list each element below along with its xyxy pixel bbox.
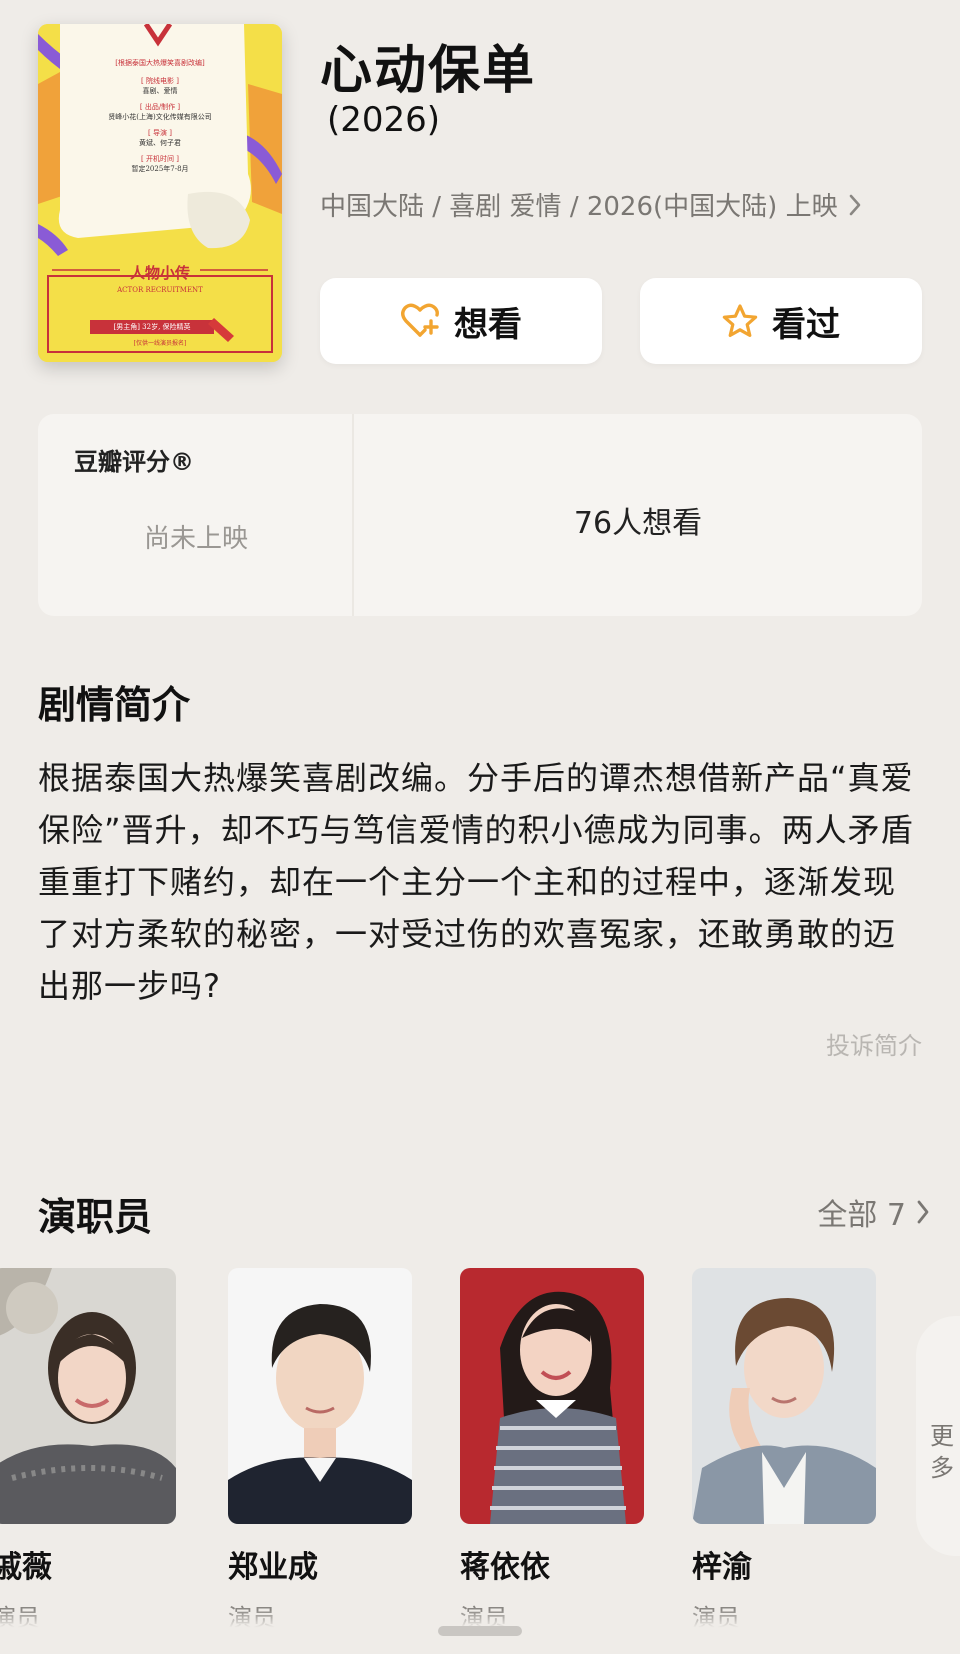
poster-bottom-tag: [仅供一线演员报名]	[133, 340, 187, 347]
poster-line3-body: 黄斌、何子君	[139, 139, 181, 147]
movie-year: (2026)	[327, 100, 441, 140]
cast-card[interactable]: 蒋依依 演员	[460, 1268, 644, 1633]
poster-line1-body: 喜剧、爱情	[142, 87, 178, 95]
rating-status: 尚未上映	[143, 524, 248, 554]
cast-card[interactable]: 郑业成 演员	[228, 1268, 412, 1633]
poster-line4-head: [ 开机时间 ]	[141, 155, 179, 163]
watched-button[interactable]: 看过	[640, 278, 922, 364]
cast-section-title: 演职员	[38, 1195, 153, 1239]
cast-photo	[460, 1268, 644, 1524]
poster-tagline: [根据泰国大热爆笑喜剧改编]	[115, 59, 205, 67]
cast-name: 梓渝	[692, 1550, 752, 1585]
cast-name: 郑业成	[228, 1550, 318, 1585]
report-synopsis-link[interactable]: 投诉简介	[826, 1026, 922, 1061]
movie-meta-link[interactable]: 中国大陆 / 喜剧 爱情 / 2026(中国大陆) 上映	[320, 186, 862, 223]
poster-line2-body: 贤峰小花(上海)文化传媒有限公司	[108, 113, 212, 121]
poster-line2-head: [ 出品/制作 ]	[139, 103, 181, 111]
movie-detail-page: [根据泰国大热爆笑喜剧改编] [ 院线电影 ] 喜剧、爱情 [ 出品/制作 ] …	[0, 0, 960, 1654]
douban-rating-panel: 豆瓣评分® 尚未上映	[38, 414, 354, 616]
poster-line1-head: [ 院线电影 ]	[141, 77, 179, 85]
star-outline-icon	[722, 304, 758, 337]
douban-rating-label: 豆瓣评分®	[74, 448, 194, 476]
cast-photo	[228, 1268, 412, 1524]
rating-card: 豆瓣评分® 尚未上映 76人想看	[38, 414, 922, 616]
cast-name: 蒋依依	[460, 1550, 550, 1585]
synopsis-title: 剧情简介	[38, 683, 191, 727]
watched-label: 看过	[772, 304, 840, 345]
movie-meta-text: 中国大陆 / 喜剧 爱情 / 2026(中国大陆) 上映	[320, 192, 838, 222]
poster-artwork	[38, 24, 282, 362]
heart-plus-icon	[401, 303, 439, 337]
synopsis-text: 根据泰国大热爆笑喜剧改编。分手后的谭杰想借新产品“真爱保险”晋升，却不巧与笃信爱…	[38, 759, 914, 1005]
cast-photo	[692, 1268, 876, 1524]
cast-view-all-link[interactable]: 全部 7	[817, 1190, 930, 1234]
poster-credits: [ 院线电影 ] 喜剧、爱情 [ 出品/制作 ] 贤峰小花(上海)文化传媒有限公…	[38, 76, 282, 174]
cast-card[interactable]: 戚薇 演员	[0, 1268, 176, 1633]
want-to-watch-label: 想看	[454, 304, 522, 345]
poster-line3-head: [ 导演 ]	[148, 129, 172, 137]
poster-bio-title: 人物小传	[129, 264, 190, 282]
movie-poster[interactable]: [根据泰国大热爆笑喜剧改编] [ 院线电影 ] 喜剧、爱情 [ 出品/制作 ] …	[38, 24, 282, 362]
want-count: 76人想看	[573, 506, 703, 541]
cast-carousel[interactable]: 戚薇 演员 郑业成 演员	[0, 1268, 960, 1632]
poster-bio-subtitle: ACTOR RECRUITMENT	[117, 286, 203, 294]
cast-photo	[0, 1268, 176, 1524]
movie-title: 心动保单	[320, 41, 537, 101]
chevron-right-icon	[917, 1200, 929, 1224]
cast-more-label[interactable]: 更多	[930, 1420, 956, 1484]
chevron-right-icon	[849, 194, 860, 215]
poster-role-tag: [男主角] 32岁, 保险精英	[113, 323, 191, 331]
want-to-watch-button[interactable]: 想看	[320, 278, 602, 364]
home-indicator[interactable]	[438, 1626, 522, 1636]
cast-card[interactable]: 梓渝 演员	[692, 1268, 876, 1633]
cast-name: 戚薇	[0, 1550, 52, 1585]
cast-view-all-label: 全部 7	[817, 1198, 906, 1233]
poster-line4-body: 暂定2025年7-8月	[131, 165, 189, 173]
